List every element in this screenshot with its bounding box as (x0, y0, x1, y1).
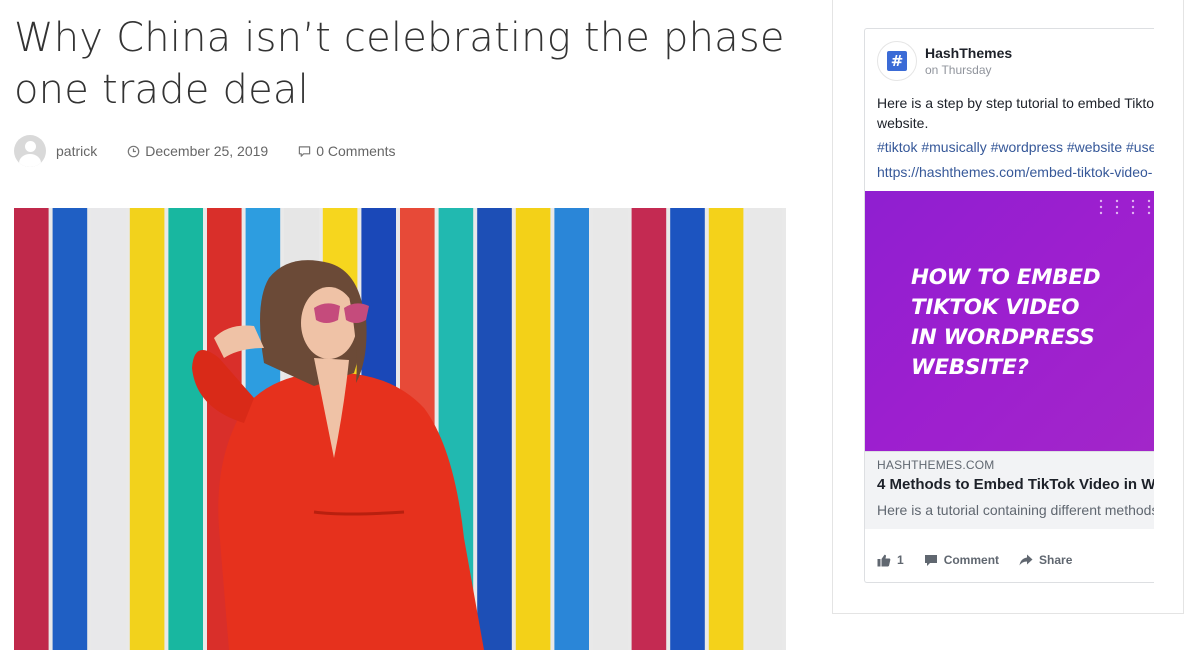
fb-image-headline-line: IN WORDPRESS (911, 325, 1095, 350)
plank (477, 208, 512, 650)
author-link[interactable]: patrick (56, 143, 97, 159)
featured-image-graphic (14, 208, 786, 650)
plank (14, 208, 49, 650)
clock-icon (127, 145, 140, 157)
fb-actions-bar: 1 Comment Share (877, 553, 1092, 567)
share-label: Share (1039, 553, 1073, 567)
fb-post-image[interactable]: HOW TO EMBED TIKTOK VIDEO IN WORDPRESS W… (865, 191, 1154, 451)
fb-card-title: 4 Methods to Embed TikTok Video in W (877, 476, 1154, 493)
plank (708, 208, 744, 650)
featured-image[interactable] (14, 208, 786, 650)
share-arrow-icon (1019, 554, 1033, 566)
hash-icon: # (887, 51, 907, 71)
plank (554, 208, 589, 650)
author-avatar[interactable] (14, 135, 46, 167)
fb-page-name[interactable]: HashThemes (925, 44, 1012, 62)
fb-post-text-line: website. (877, 115, 929, 131)
comment-label: Comment (943, 553, 1000, 567)
plank (91, 208, 126, 650)
fb-image-headline-line: HOW TO EMBED (911, 265, 1101, 290)
plank (515, 208, 551, 650)
thumbs-up-icon (877, 554, 891, 566)
fb-card-domain: HASHTHEMES.COM (877, 458, 995, 472)
fb-post-header: # HashThemes on Thursday (877, 41, 1012, 81)
fb-image-headline-line: TIKTOK VIDEO (911, 295, 1080, 320)
plank (129, 208, 165, 650)
plank (593, 208, 628, 650)
fb-post-text: Here is a step by step tutorial to embed… (877, 93, 1154, 133)
post-date[interactable]: December 25, 2019 (127, 143, 268, 159)
comment-button[interactable]: Comment (924, 553, 999, 567)
page-logo[interactable]: # (877, 41, 917, 81)
dots-decoration (1099, 199, 1151, 215)
fb-link-card[interactable]: HASHTHEMES.COM 4 Methods to Embed TikTok… (865, 451, 1154, 529)
fb-image-headline-line: WEBSITE? (911, 355, 1029, 380)
fb-card-description: Here is a tutorial containing different … (877, 502, 1154, 518)
facebook-embed: # HashThemes on Thursday Here is a step … (864, 28, 1154, 583)
fb-post-text-line: Here is a step by step tutorial to embed… (877, 95, 1154, 111)
fb-hashtags[interactable]: #tiktok #musically #wordpress #website #… (877, 137, 1154, 157)
comment-bubble-icon (298, 145, 311, 157)
fb-image-headline: HOW TO EMBED TIKTOK VIDEO IN WORDPRESS W… (911, 263, 1101, 383)
share-button[interactable]: Share (1019, 553, 1072, 567)
post-comments-text: 0 Comments (316, 143, 396, 159)
post-title: Why China isn’t celebrating the phase on… (14, 15, 785, 113)
plank (168, 208, 203, 650)
fb-post-link[interactable]: https://hashthemes.com/embed-tiktok-vide… (877, 162, 1152, 182)
post-date-text: December 25, 2019 (145, 143, 269, 159)
like-count: 1 (897, 553, 904, 567)
post-meta: patrick December 25, 2019 0 Comments (14, 134, 426, 168)
plank (747, 208, 782, 650)
plank (670, 208, 705, 650)
plank (52, 208, 88, 650)
like-button[interactable]: 1 (877, 553, 904, 567)
post-comments[interactable]: 0 Comments (298, 143, 396, 159)
plank (631, 208, 667, 650)
fb-post-time[interactable]: on Thursday (925, 62, 1012, 78)
speech-bubble-icon (924, 554, 937, 566)
